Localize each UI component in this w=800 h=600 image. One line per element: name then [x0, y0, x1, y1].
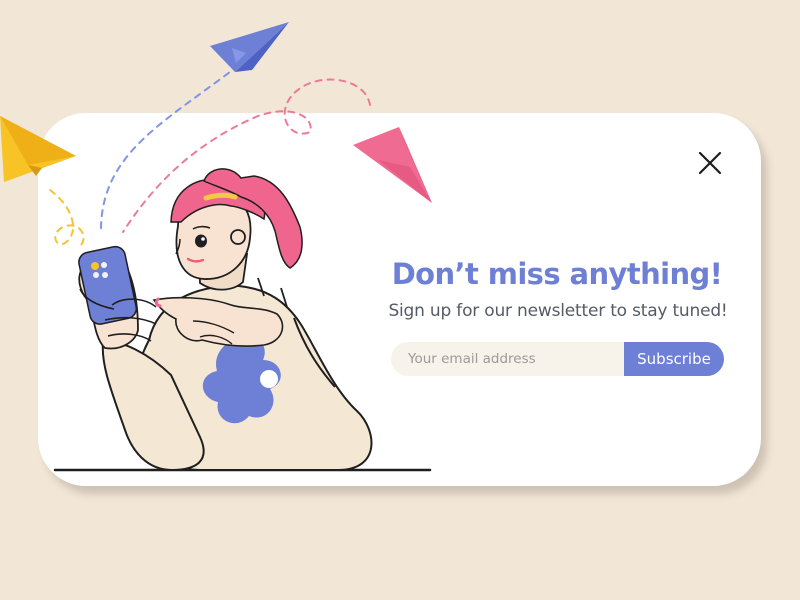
subtitle: Sign up for our newsletter to stay tuned… [388, 301, 728, 321]
subscribe-button[interactable]: Subscribe [624, 342, 724, 376]
close-icon [698, 151, 722, 175]
close-button[interactable] [692, 145, 728, 181]
newsletter-signup-form: Subscribe [391, 342, 724, 376]
email-field[interactable] [391, 342, 624, 376]
headline: Don’t miss anything! [391, 257, 723, 291]
paper-plane-icon [210, 22, 289, 72]
